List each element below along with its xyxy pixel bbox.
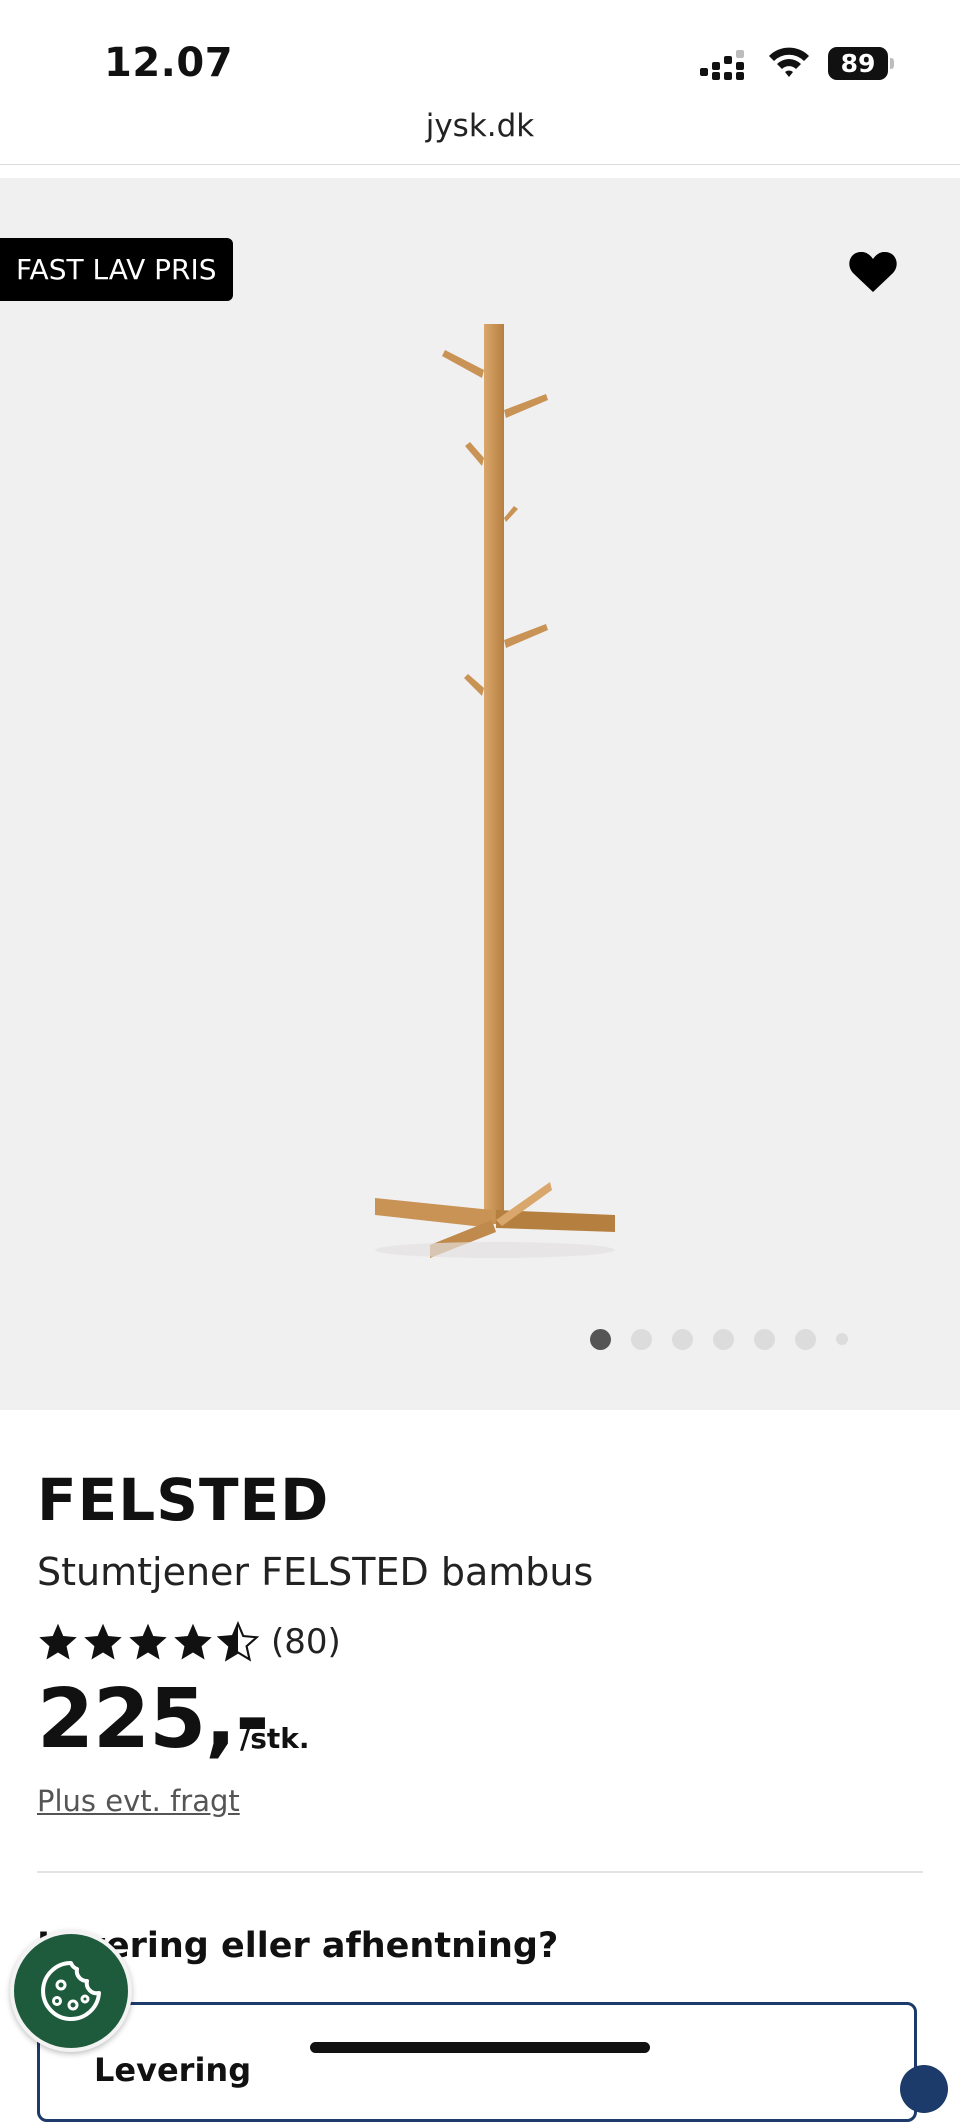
star-icon <box>84 1623 122 1660</box>
gallery-pagination <box>590 1328 848 1350</box>
wifi-icon <box>769 47 809 77</box>
star-icon <box>129 1623 167 1660</box>
delivery-option-label: Levering <box>94 2051 252 2089</box>
gallery-dot[interactable] <box>590 1328 611 1350</box>
gallery-dot[interactable] <box>795 1328 816 1350</box>
heart-icon[interactable] <box>848 250 898 294</box>
star-half-icon <box>217 1621 259 1662</box>
divider <box>0 164 960 165</box>
cellular-signal-icon <box>700 50 744 80</box>
product-price: 225,- <box>37 1672 269 1767</box>
divider <box>37 1871 923 1873</box>
rating-stars <box>37 1621 259 1663</box>
review-count: (80) <box>271 1622 341 1662</box>
product-brand: FELSTED <box>37 1466 330 1534</box>
status-bar: 12.07 89 jysk.dk <box>0 0 960 144</box>
shipping-link[interactable]: Plus evt. fragt <box>37 1784 240 1818</box>
star-icon <box>174 1623 212 1660</box>
coat-stand-image[interactable] <box>330 310 630 1270</box>
status-time: 12.07 <box>104 40 234 86</box>
price-badge: FAST LAV PRIS <box>0 238 233 301</box>
battery-icon: 89 <box>828 47 894 80</box>
product-name: Stumtjener FELSTED bambus <box>37 1550 594 1594</box>
gallery-dot[interactable] <box>631 1328 652 1350</box>
home-indicator[interactable] <box>310 2042 650 2053</box>
product-rating[interactable]: (80) <box>37 1620 341 1664</box>
delivery-option-card[interactable]: Levering <box>37 2002 948 2122</box>
cookie-settings-button[interactable] <box>10 1930 132 2052</box>
gallery-dot[interactable] <box>672 1328 693 1350</box>
star-icon <box>39 1623 77 1660</box>
address-bar-url[interactable]: jysk.dk <box>0 108 960 144</box>
price-unit: /stk. <box>240 1722 310 1755</box>
gallery-dot[interactable] <box>713 1328 734 1350</box>
battery-level: 89 <box>828 47 888 80</box>
gallery-dot[interactable] <box>754 1328 775 1350</box>
gallery-dot[interactable] <box>836 1333 848 1345</box>
cookie-icon <box>41 1961 101 2021</box>
delivery-radio[interactable] <box>900 2065 948 2113</box>
